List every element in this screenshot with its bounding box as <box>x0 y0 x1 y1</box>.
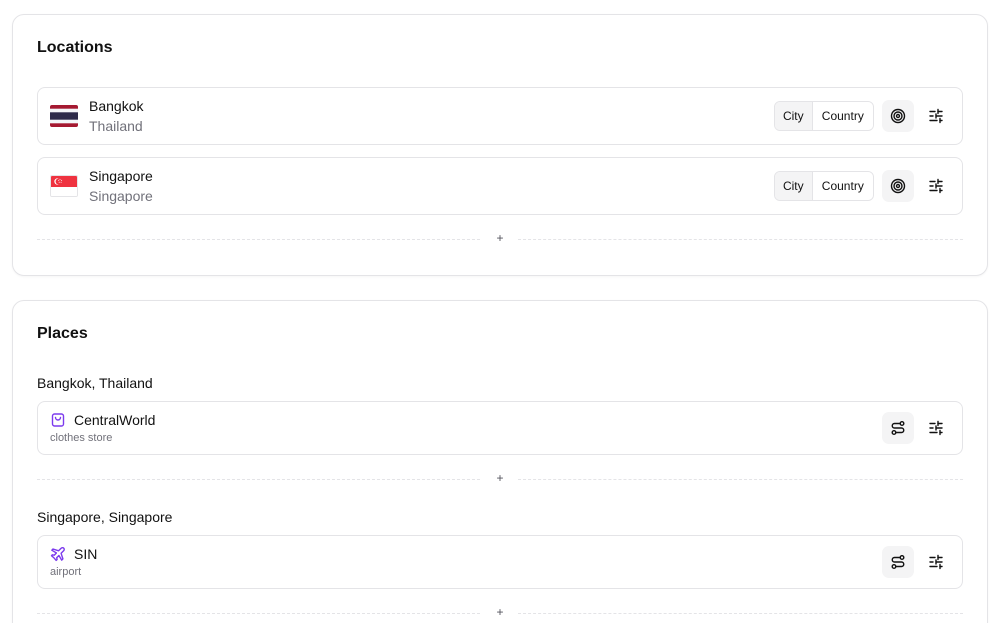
sliders-icon <box>929 420 943 436</box>
add-location-button[interactable]: + <box>37 231 963 245</box>
target-icon <box>890 108 906 124</box>
locations-card: Locations Bangkok Thailand City Country <box>12 14 988 276</box>
place-row-sin: SIN airport <box>37 535 963 589</box>
location-scope-toggle: City Country <box>774 171 874 201</box>
location-scope-toggle: City Country <box>774 101 874 131</box>
location-row-bangkok: Bangkok Thailand City Country <box>37 87 963 145</box>
sliders-icon <box>929 178 943 194</box>
divider-line <box>37 479 480 480</box>
location-country: Singapore <box>89 188 153 204</box>
plus-icon: + <box>496 605 504 619</box>
add-place-button[interactable]: + <box>37 605 963 619</box>
country-scope-button[interactable]: Country <box>812 102 873 130</box>
settings-button[interactable] <box>924 174 948 198</box>
location-city: Singapore <box>89 168 153 184</box>
place-group-title: Bangkok, Thailand <box>37 375 153 391</box>
place-row-centralworld: CentralWorld clothes store <box>37 401 963 455</box>
city-scope-button[interactable]: City <box>775 102 813 130</box>
place-name: CentralWorld <box>74 412 156 428</box>
route-button[interactable] <box>882 412 914 444</box>
divider-line <box>37 613 480 614</box>
divider-line <box>37 239 480 240</box>
place-group-title: Singapore, Singapore <box>37 509 173 525</box>
singapore-flag-icon <box>50 175 78 197</box>
settings-button[interactable] <box>924 416 948 440</box>
route-icon <box>891 421 905 435</box>
divider-line <box>518 613 963 614</box>
plus-icon: + <box>496 471 504 485</box>
thailand-flag-icon <box>50 105 78 127</box>
place-name: SIN <box>74 546 98 562</box>
add-place-button[interactable]: + <box>37 471 963 485</box>
locations-title: Locations <box>37 39 113 56</box>
sliders-icon <box>929 554 943 570</box>
shopping-bag-icon <box>51 413 65 427</box>
target-button[interactable] <box>882 170 914 202</box>
places-title: Places <box>37 325 88 342</box>
country-scope-button[interactable]: Country <box>812 172 873 200</box>
location-country: Thailand <box>89 118 143 134</box>
route-button[interactable] <box>882 546 914 578</box>
settings-button[interactable] <box>924 104 948 128</box>
target-button[interactable] <box>882 100 914 132</box>
city-scope-button[interactable]: City <box>775 172 813 200</box>
settings-button[interactable] <box>924 550 948 574</box>
place-type: airport <box>50 566 82 578</box>
place-type: clothes store <box>50 432 113 444</box>
location-city: Bangkok <box>89 98 144 114</box>
sliders-icon <box>929 108 943 124</box>
plus-icon: + <box>496 231 504 245</box>
route-icon <box>891 555 905 569</box>
places-card: Places Bangkok, Thailand CentralWorld cl… <box>12 300 988 623</box>
divider-line <box>518 479 963 480</box>
divider-line <box>518 239 963 240</box>
location-row-singapore: Singapore Singapore City Country <box>37 157 963 215</box>
target-icon <box>890 178 906 194</box>
plane-icon <box>50 547 65 562</box>
